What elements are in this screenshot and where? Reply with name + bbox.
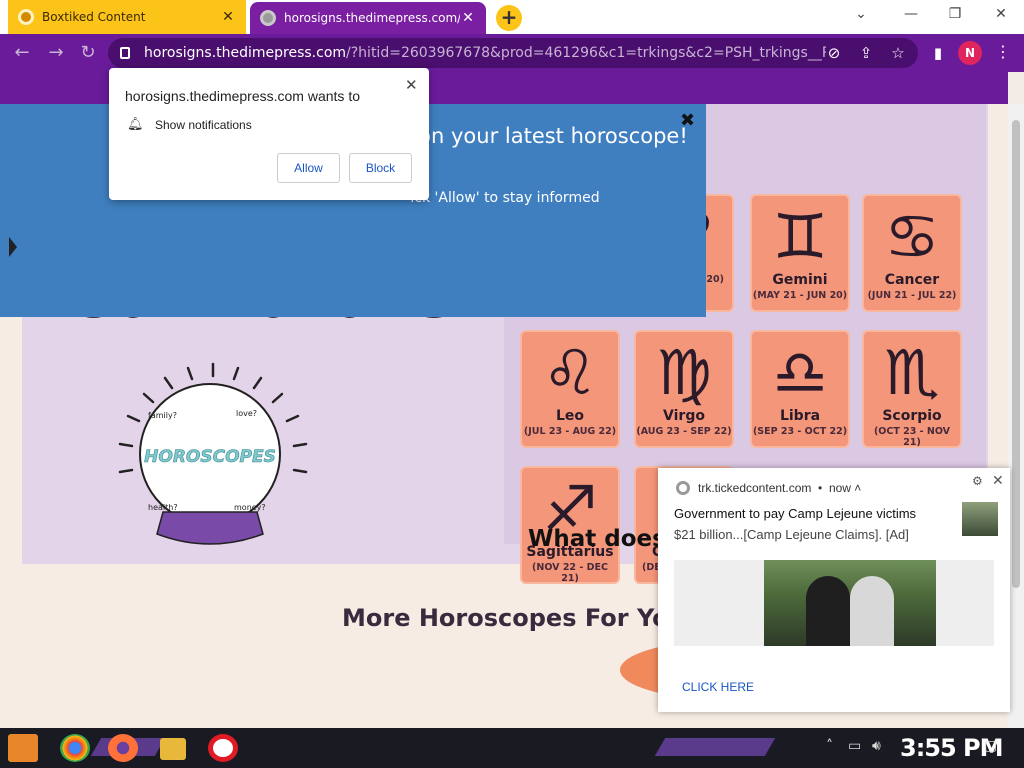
scrollbar-thumb[interactable] [1012, 120, 1020, 588]
block-button[interactable]: Block [349, 153, 412, 183]
more-horoscopes-heading: More Horoscopes For You [342, 604, 686, 632]
ad-notification[interactable]: trk.tickedcontent.com • now ˄ ⚙ ✕ Govern… [658, 468, 1010, 712]
zodiac-dates: (JUN 21 - JUL 22) [867, 290, 957, 301]
page-scrollbar[interactable] [1008, 104, 1024, 728]
file-explorer-icon[interactable] [160, 738, 186, 760]
zodiac-glyph-icon: ♋ [884, 200, 940, 273]
tab-close-icon[interactable]: ✕ [460, 10, 476, 26]
url-host: horosigns.thedimepress.com [144, 45, 347, 61]
permission-close-icon[interactable]: ✕ [405, 76, 418, 94]
overlay-close-icon[interactable]: ✖ [680, 110, 695, 131]
notification-image [674, 560, 994, 646]
start-button[interactable] [8, 734, 38, 762]
notification-permission-prompt: horosigns.thedimepress.com wants to ✕ 🔔︎… [109, 68, 429, 200]
person-figure [806, 576, 850, 646]
eye-slash-icon[interactable]: ⊘ [824, 44, 844, 62]
zodiac-card-virgo[interactable]: ♍ Virgo (AUG 23 - SEP 22) [634, 330, 734, 448]
zodiac-name: Leo [555, 408, 585, 424]
menu-kebab-icon[interactable]: ⋮ [995, 42, 1011, 61]
volume-icon[interactable]: 🔊︎ [872, 738, 881, 754]
ball-word-family: family? [148, 411, 177, 420]
zodiac-card-scorpio[interactable]: ♏ Scorpio (OCT 23 - NOV 21) [862, 330, 962, 448]
what-does-heading: What does [528, 526, 666, 552]
bookmark-star-icon[interactable]: ☆ [888, 44, 908, 62]
gear-icon[interactable]: ⚙ [972, 474, 983, 488]
notification-close-icon[interactable]: ✕ [992, 472, 1004, 489]
zodiac-card-gemini[interactable]: ♊ Gemini (MAY 21 - JUN 20) [750, 194, 850, 312]
zodiac-dates: (NOV 22 - DEC 21) [532, 562, 608, 584]
restore-icon[interactable]: ❐ [940, 6, 970, 22]
lock-icon [120, 47, 130, 59]
permission-item: Show notifications [155, 118, 252, 132]
zodiac-card-libra[interactable]: ♎ Libra (SEP 23 - OCT 22) [750, 330, 850, 448]
zodiac-dates: (SEP 23 - OCT 22) [752, 426, 848, 437]
notification-center-icon[interactable]: ▢ [984, 738, 997, 754]
click-here-link[interactable]: CLICK HERE [682, 680, 754, 694]
profile-avatar[interactable]: N [958, 41, 982, 65]
zodiac-dates: (AUG 23 - SEP 22) [636, 426, 732, 437]
ball-title: HOROSCOPES [144, 447, 276, 467]
tab-strip: Boxtiked Content ✕ horosigns.thedimepres… [0, 0, 1024, 34]
zodiac-dates: (JUL 23 - AUG 22) [523, 426, 617, 437]
person-figure [850, 576, 894, 646]
zodiac-dates: (OCT 23 - NOV 21) [873, 426, 951, 448]
url-path: /?hitid=2603967678&prod=461296&c1=trking… [346, 45, 827, 61]
zodiac-glyph-icon: ♏ [884, 336, 940, 409]
bell-icon: 🔔︎ [127, 116, 144, 131]
notification-thumbnail [962, 502, 998, 536]
tab-boxtiked[interactable]: Boxtiked Content ✕ [8, 0, 246, 34]
minimize-icon[interactable]: — [896, 6, 926, 22]
zodiac-card-sagittarius[interactable]: ♐ Sagittarius (NOV 22 - DEC 21) [520, 466, 620, 584]
zodiac-card-leo[interactable]: ♌ Leo (JUL 23 - AUG 22) [520, 330, 620, 448]
ball-word-money: money? [234, 503, 266, 512]
share-icon[interactable]: ⇪ [856, 44, 876, 62]
close-window-icon[interactable]: ✕ [986, 6, 1016, 22]
taskbar-decoration [654, 738, 776, 756]
zodiac-name: Scorpio [882, 408, 942, 424]
permission-title: horosigns.thedimepress.com wants to [125, 88, 360, 104]
tab-search-chevron-icon[interactable]: ⌄ [846, 6, 876, 22]
tab-horosigns[interactable]: horosigns.thedimepress.com/?hi ✕ [250, 2, 486, 34]
zodiac-glyph-icon: ♎ [772, 336, 828, 409]
tab-close-icon[interactable]: ✕ [220, 9, 236, 25]
zodiac-name: Libra [779, 408, 821, 424]
tray-chevron-icon[interactable]: ˄ [826, 738, 833, 754]
zodiac-card-cancer[interactable]: ♋ Cancer (JUN 21 - JUL 22) [862, 194, 962, 312]
zodiac-glyph-icon: ♍ [656, 336, 712, 409]
zodiac-name: Virgo [663, 408, 705, 424]
zodiac-name: Gemini [772, 272, 828, 288]
allow-button[interactable]: Allow [277, 153, 340, 183]
couple-photo [764, 560, 936, 646]
opera-taskbar-icon[interactable] [208, 734, 238, 762]
mouse-cursor-icon [9, 237, 17, 257]
side-panel-icon[interactable]: ▮ [928, 44, 948, 62]
tab-title: Boxtiked Content [42, 10, 146, 24]
notification-source: trk.tickedcontent.com • now ˄ [698, 481, 862, 495]
tab-title: horosigns.thedimepress.com/?hi [284, 11, 460, 25]
notification-body: $21 billion...[Camp Lejeune Claims]. [Ad… [674, 527, 909, 542]
chrome-icon [676, 481, 690, 495]
notification-title: Government to pay Camp Lejeune victims [674, 506, 917, 521]
forward-arrow-icon[interactable]: → [44, 42, 68, 63]
reload-icon[interactable]: ↻ [76, 42, 100, 63]
taskbar: ˄ ▭ 🔊︎ 3:55 PM ▢ [0, 728, 1024, 768]
back-arrow-icon[interactable]: ← [10, 42, 34, 63]
crystal-ball-illustration: family? love? health? money? HOROSCOPES [118, 362, 308, 545]
tab-favicon-icon [18, 9, 34, 25]
ball-word-health: health? [148, 503, 178, 512]
firefox-taskbar-icon[interactable] [108, 734, 138, 762]
ball-word-love: love? [236, 409, 257, 418]
address-bar[interactable]: horosigns.thedimepress.com /?hitid=26039… [108, 38, 918, 68]
zodiac-glyph-icon: ♌ [542, 336, 598, 409]
tab-favicon-icon [260, 10, 276, 26]
chrome-taskbar-icon[interactable] [60, 734, 90, 762]
zodiac-name: Cancer [884, 272, 940, 288]
zodiac-dates: (MAY 21 - JUN 20) [752, 290, 848, 301]
network-icon[interactable]: ▭ [848, 738, 861, 754]
zodiac-glyph-icon: ♊ [772, 200, 828, 273]
new-tab-button[interactable]: + [496, 5, 522, 31]
